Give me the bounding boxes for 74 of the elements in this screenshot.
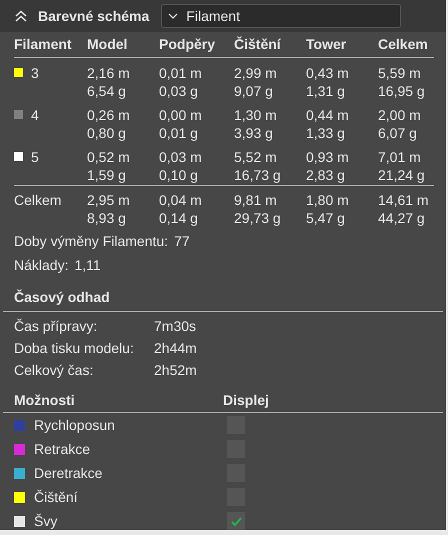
time-value: 7m30s	[154, 317, 196, 334]
time-value: 2h52m	[154, 361, 197, 378]
table-cell-text: 1,33 g	[306, 124, 346, 142]
table-cell-text: 14,61 m	[378, 191, 430, 209]
column-header: Možnosti	[14, 391, 76, 410]
table-cell-text: 6,07 g	[378, 124, 418, 142]
table-cell-text: 3,93 g	[234, 124, 274, 142]
time-label: Celkový čas:	[14, 361, 94, 378]
option-label: Retrakce	[34, 440, 92, 458]
checkmark-icon	[230, 516, 242, 526]
collapse-icon[interactable]	[14, 10, 28, 22]
table-cell-text: 29,73 g	[234, 209, 282, 227]
table-cell-text: 0,93 m	[306, 148, 350, 166]
table-cell-text: 7,01 m	[378, 148, 422, 166]
table-cell-text: 9,81 m	[234, 191, 278, 209]
table-cell-text: 0,14 g	[159, 209, 199, 227]
display-checkbox[interactable]	[227, 512, 245, 530]
time-label: Doba tisku modelu:	[14, 339, 135, 356]
table-cell-text: 0,52 m	[87, 148, 131, 166]
table-cell-text: 5,47 g	[306, 209, 346, 227]
time-value: 2h44m	[154, 339, 197, 356]
table-cell-text: 0,44 m	[306, 106, 350, 124]
table-cell-text: 9,07 g	[234, 82, 274, 100]
stat-label: Náklady:	[14, 256, 68, 273]
table-cell-text: 2,00 m	[378, 106, 422, 124]
table-cell-text: 2,99 m	[234, 64, 278, 82]
table-cell-text: 1,31 g	[306, 82, 346, 100]
column-header: Podpěry	[159, 35, 216, 54]
table-cell-text: 0,01 g	[159, 124, 199, 142]
table-cell-text: 1,30 m	[234, 106, 278, 124]
table-cell-text: 0,10 g	[159, 166, 199, 184]
option-label: Deretrakce	[34, 464, 104, 482]
column-header: Model	[87, 35, 128, 54]
table-cell-text: 5,52 m	[234, 148, 278, 166]
column-header: Čištění	[234, 35, 282, 54]
time-label: Čas přípravy:	[14, 317, 98, 334]
column-header: Tower	[306, 35, 348, 54]
filament-number: 4	[31, 106, 39, 124]
stat-label: Doby výměny Filamentu:	[14, 232, 168, 249]
table-cell-text: 1,80 m	[306, 191, 350, 209]
table-cell-text: 2,95 m	[87, 191, 131, 209]
table-cell-text: 6,54 g	[87, 82, 127, 100]
stat-value: 77	[174, 232, 190, 249]
column-header: Filament	[14, 35, 73, 54]
table-cell-text: 0,04 m	[159, 191, 203, 209]
table-cell-text: 2,83 g	[306, 166, 346, 184]
section-title: Barevné schéma	[38, 6, 150, 26]
filament-number: 3	[31, 64, 39, 82]
table-cell-text: 0,43 m	[306, 64, 350, 82]
table-cell-text: 2,16 m	[87, 64, 131, 82]
table-cell-text: 8,93 g	[87, 209, 127, 227]
stat-value: 1,11	[74, 256, 101, 273]
table-cell-text: 1,59 g	[87, 166, 127, 184]
option-label: Švy	[34, 512, 58, 531]
column-header: Displej	[223, 391, 269, 410]
table-cell-text: 0,01 m	[159, 64, 203, 82]
table-cell-text: 0,26 m	[87, 106, 131, 124]
table-cell-text: 16,73 g	[234, 166, 282, 184]
table-cell-text: 0,00 m	[159, 106, 203, 124]
section-title: Časový odhad	[13, 288, 111, 307]
table-cell-text: 0,80 g	[87, 124, 127, 142]
filament-number: 5	[31, 148, 39, 166]
table-cell-text: 0,03 g	[159, 82, 199, 100]
table-cell-text: 0,03 m	[159, 148, 203, 166]
table-cell-text: 16,95 g	[378, 82, 426, 100]
option-label: Rychloposun	[34, 416, 116, 435]
color-scheme-dropdown[interactable]: Filament	[161, 4, 402, 28]
table-cell-text: 21,24 g	[378, 166, 426, 184]
option-label: Čištění	[34, 488, 79, 506]
chevron-down-icon	[168, 13, 178, 19]
table-cell-text: 44,27 g	[378, 209, 426, 227]
total-label: Celkem	[14, 191, 62, 210]
column-header: Celkem	[378, 35, 429, 54]
table-cell-text: 5,59 m	[378, 64, 422, 82]
